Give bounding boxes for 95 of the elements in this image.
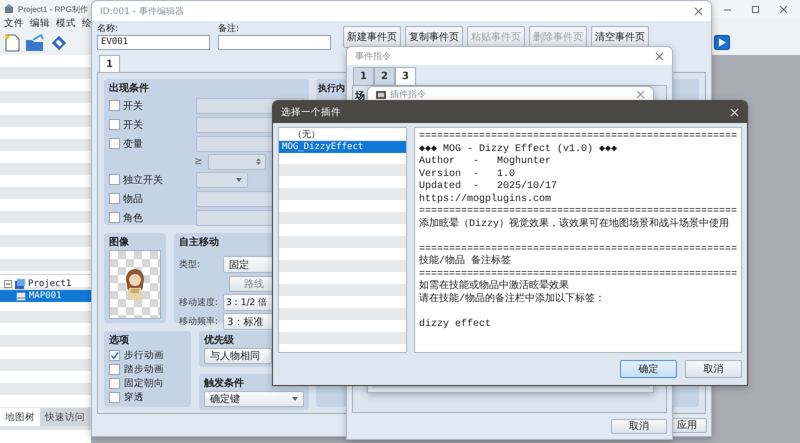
page-tab[interactable]: 1 [99,55,120,73]
image-preview[interactable] [109,250,161,319]
spinner-arrows-icon [256,157,262,166]
note-field[interactable] [218,35,331,50]
checkbox[interactable] [109,378,120,388]
field-label: 类型: [179,258,202,271]
checkbox[interactable] [109,350,120,360]
command-tab[interactable]: 1 [353,67,374,85]
checkbox-label: 角色 [123,212,144,224]
panel-tab[interactable]: 快速访问 [40,408,90,426]
comparison-sign: ≥ [194,156,202,167]
checkbox-label: 固定朝向 [124,376,164,390]
close-icon[interactable] [655,52,664,60]
description-line: 技能/物品 备注标签 [418,256,512,268]
checkbox[interactable] [109,212,120,223]
plugin-list-item[interactable]: MOG_DizzyEffect [279,141,406,153]
description-line: Updated - 2025/10/17 [418,181,558,194]
cancel-button[interactable]: 取消 [611,418,667,434]
checkbox[interactable] [109,364,120,374]
group-title: 出现条件 [109,82,149,96]
checkbox-label: 穿透 [124,390,144,404]
page-button[interactable]: 新建事件页 [343,26,401,48]
description-line: Author - Moghunter [418,156,552,168]
menu-item[interactable]: 绘 [82,18,92,30]
name-field[interactable]: EV001 [97,35,210,50]
window-title: 插件指令 [390,88,426,101]
folder-icon[interactable] [25,34,45,52]
field-label: 名称: [97,23,120,35]
group-title: 执行内 [318,82,345,96]
checkbox-label: 物品 [123,192,144,206]
group-title: 触发条件 [204,377,244,391]
group-title: 自主移动 [179,236,219,250]
new-file-icon[interactable] [4,34,20,52]
group-title: 优先级 [204,334,234,348]
window-title: ID:001 - 事件编辑器 [100,6,184,18]
group-title: 场 [355,90,365,104]
maximize-icon[interactable] [751,4,760,14]
description-line: ===================================================== [418,244,737,254]
checkbox[interactable] [109,193,120,204]
description-line: ===================================================== [418,268,737,280]
map-icon [16,292,26,300]
plugin-icon [376,90,386,98]
checkbox-label: 开关 [123,118,144,132]
menu-item[interactable]: 模式 [56,18,76,30]
save-icon[interactable] [50,34,68,52]
description-line: https://mogplugins.com [418,194,552,206]
plugin-list-item[interactable]: （无） [279,129,406,141]
description-line: 请在技能/物品的备注栏中添加以下标签： [418,294,606,306]
command-tab[interactable]: 2 [374,67,395,85]
checkbox[interactable] [109,174,120,185]
command-tab[interactable]: 3 [394,67,416,85]
page-button[interactable]: 复制事件页 [405,26,463,48]
close-icon[interactable] [636,90,645,99]
tree-item[interactable]: MAP001 [0,290,91,302]
app-icon [4,4,14,14]
checkbox[interactable] [109,100,120,111]
expander-icon[interactable] [4,280,12,288]
description-line: dizzy effect [418,318,492,331]
description-line: ===================================================== [418,206,737,218]
group-title: 图像 [109,236,129,250]
description-line: Version - 1.0 [418,168,516,180]
field-label: 移动频率: [179,316,220,328]
description-line: 如需在技能或物品中激活眩晕效果 [418,281,570,292]
caret-icon [236,178,242,182]
group-title: 选项 [109,334,129,348]
window-title: Project1 - RPG制作 [18,4,88,14]
checkbox[interactable] [109,119,120,130]
checkbox[interactable] [109,392,120,402]
caret-icon [292,397,298,401]
play-icon[interactable] [714,35,730,50]
field-label: 移动速度: [179,296,220,309]
cancel-button[interactable]: 取消 [685,360,742,378]
checkbox-label: 独立开关 [123,174,164,186]
checkbox-label: 变量 [123,138,144,150]
project-icon [15,279,25,289]
description-line: 添加眩晕（Dizzy）视觉效果，该效果可在地图场景和战斗场景中使用 [418,218,730,231]
close-icon[interactable] [779,4,788,14]
menu-item[interactable]: 编辑 [30,18,50,30]
checkbox-label: 步行动画 [124,348,164,362]
field-label: 备注: [218,23,240,35]
page-button[interactable]: 清空事件页 [591,26,649,48]
menu-item[interactable]: 文件 [4,18,24,30]
checkbox[interactable] [109,138,120,149]
ok-button[interactable]: 确定 [620,360,677,378]
trigger-dropdown[interactable]: 确定键 [204,391,304,407]
checkbox-label: 踏步动画 [124,362,164,376]
description-line: ===================================================== [418,131,737,144]
window-title: 事件指令 [355,50,391,62]
close-icon[interactable] [694,6,703,16]
window-title: 选择一个插件 [281,106,341,118]
tree-item[interactable]: Project1 [0,278,91,290]
description-line: ◆◆◆ MOG - Dizzy Effect (v1.0) ◆◆◆ [418,144,618,156]
panel-tab[interactable]: 地图树 [0,408,40,426]
checkbox-label: 开关 [123,100,144,112]
priority-dropdown[interactable]: 与人物相同 [204,348,272,364]
